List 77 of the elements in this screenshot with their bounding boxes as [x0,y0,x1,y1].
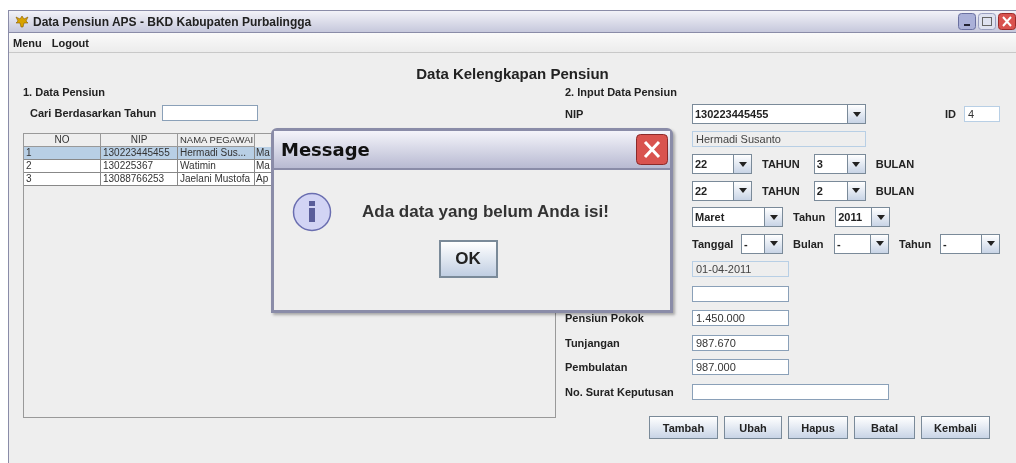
action-button[interactable]: Hapus [788,416,848,439]
window-title: Data Pensiun APS - BKD Kabupaten Purbalingga [33,14,312,29]
dropdown[interactable]: 130223445455 [692,104,866,125]
action-button[interactable]: Ubah [724,416,782,439]
text-field[interactable]: 987.000 [692,359,789,376]
caret-icon [738,188,747,194]
table-cell: Ma [255,160,271,173]
unit-label: TAHUN [762,184,800,197]
minimize-icon[interactable] [958,13,976,30]
action-button[interactable]: Kembali [921,416,990,439]
table-cell: Jaelani Mustofa [178,173,255,186]
field-label: NIP [565,108,584,121]
dropdown[interactable]: 2011 [835,207,891,228]
unit-label: BULAN [875,184,915,197]
field-label: Tanggal [692,237,735,250]
search-field[interactable] [162,105,259,121]
table-cell: 2 [24,160,101,173]
caret-icon [876,214,885,220]
table-cell: Ma [255,147,271,160]
dropdown[interactable]: - [834,233,889,254]
caret-icon [769,214,778,220]
text-field[interactable]: 1.450.000 [692,310,789,327]
dropdown[interactable]: 22 [692,154,752,175]
column-header[interactable]: NO [24,134,101,147]
caret-icon [852,188,861,194]
action-button[interactable]: Tambah [649,416,718,439]
action-button[interactable]: Batal [854,416,915,439]
section-title: 2. Input Data Pensiun [565,85,678,100]
text-field[interactable]: 987.670 [692,334,789,351]
close-icon[interactable] [998,13,1016,30]
table-cell: 3 [24,173,101,186]
field-label: Bulan [793,237,824,250]
field-label: ID [945,108,956,121]
table-cell: 130225367 [101,160,178,173]
unit-label: TAHUN [762,158,800,171]
caret-icon [875,241,884,247]
page-heading: Data Kelengkapan Pensiun [415,65,610,83]
field-label: Pembulatan [565,361,628,374]
caret-icon [852,161,861,167]
search-label: Cari Berdasarkan Tahun [30,107,157,119]
dropdown[interactable]: 3 [813,154,866,175]
close-icon[interactable] [636,134,668,165]
section-title: 1. Data Pensiun [23,85,106,100]
table-cell: Hermadi Sus... [178,147,255,160]
column-header[interactable]: NIP [101,134,178,147]
field-label: Tahun [899,237,932,250]
text-field[interactable] [692,383,889,400]
unit-label: BULAN [875,158,915,171]
maximize-icon[interactable] [978,13,996,30]
table-cell: 130223445455 [101,147,178,160]
field-label: Pensiun Pokok [565,312,644,325]
caret-icon [986,241,995,247]
dropdown[interactable]: 22 [692,180,752,201]
column-header[interactable]: NAMA PEGAWAI [178,134,255,147]
menu-item[interactable]: Logout [51,36,89,49]
dropdown[interactable]: - [940,233,1000,254]
dropdown[interactable]: Maret [692,207,783,228]
field-label: No. Surat Keputusan [565,385,674,398]
field-label: Tunjangan [565,336,620,349]
ok-button[interactable]: OK [438,240,498,278]
table-cell: Watimin [178,160,255,173]
dialog-message: Ada data yang belum Anda isi! [362,202,609,222]
caret-icon [738,161,747,167]
caret-icon [852,111,861,117]
table-cell: 1 [24,147,101,160]
dialog-title: Message [281,139,370,160]
dropdown[interactable]: - [741,233,783,254]
menu-item[interactable]: Menu [13,36,42,49]
table-cell: Ap [255,173,271,186]
text-field[interactable]: 4 [964,106,1000,123]
field-label: Tahun [793,211,826,224]
caret-icon [769,241,778,247]
text-field[interactable] [692,285,789,302]
info-icon [292,192,332,232]
table-cell: 13088766253 [101,173,178,186]
dropdown[interactable]: 2 [813,180,866,201]
emblem-icon [15,15,29,28]
